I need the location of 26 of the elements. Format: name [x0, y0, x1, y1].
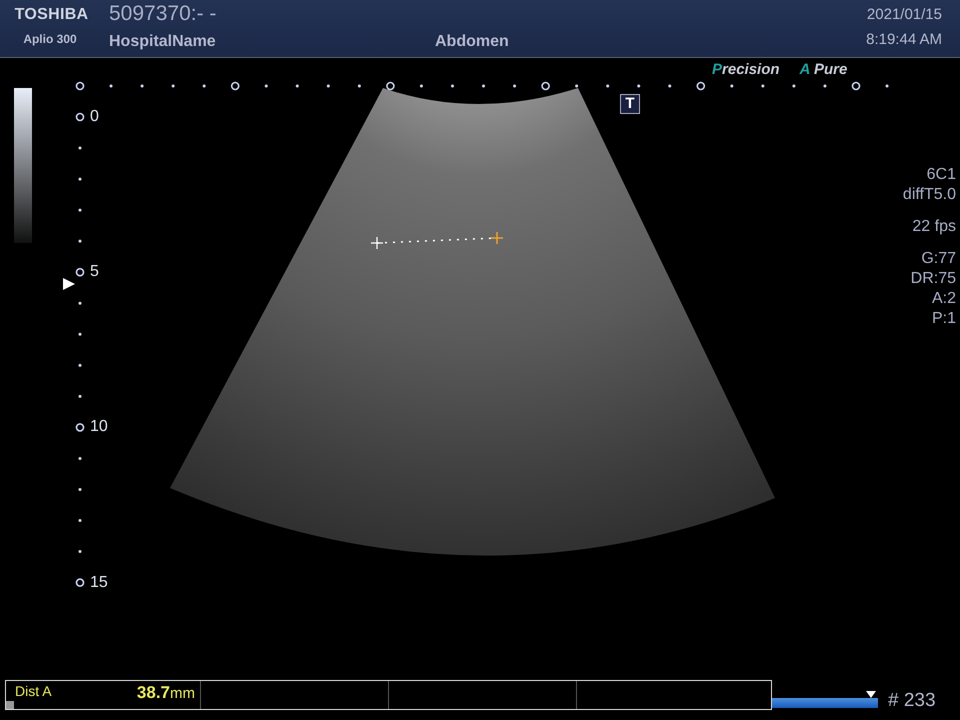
parameter-text: 6C1	[926, 165, 956, 185]
hospital-name: HospitalName	[109, 33, 217, 51]
parameter-text: A:2	[932, 289, 956, 309]
parameter-text: diffT5.0	[902, 185, 956, 205]
exam-date: 2021/01/15	[866, 6, 942, 23]
measurement-value: 38.7mm	[136, 683, 195, 704]
feature-logo: A Pure	[800, 61, 848, 78]
depth-label: 0	[90, 107, 99, 127]
feature-logo: Precision	[712, 61, 780, 78]
patient-id: 5097370:- -	[109, 2, 218, 26]
focus-marker-icon	[63, 278, 75, 290]
measurement-label: Dist A	[15, 683, 52, 701]
depth-label: 5	[90, 262, 99, 282]
parameter-text: 22 fps	[912, 217, 956, 237]
exam-time: 8:19:44 AM	[866, 31, 942, 48]
exam-type: Abdomen	[435, 33, 509, 51]
depth-label: 10	[90, 417, 108, 438]
frame-number: # 233	[888, 690, 936, 712]
depth-label: 15	[90, 572, 108, 593]
corner-marker-icon	[6, 701, 14, 709]
mode-badge: T	[620, 94, 640, 114]
parameter-text: P:1	[932, 309, 956, 329]
model-name: Aplio 300	[23, 32, 77, 46]
parameter-text: DR:75	[910, 269, 956, 289]
parameter-text: G:77	[921, 249, 956, 269]
brand-logo: TOSHIBA	[14, 6, 88, 24]
